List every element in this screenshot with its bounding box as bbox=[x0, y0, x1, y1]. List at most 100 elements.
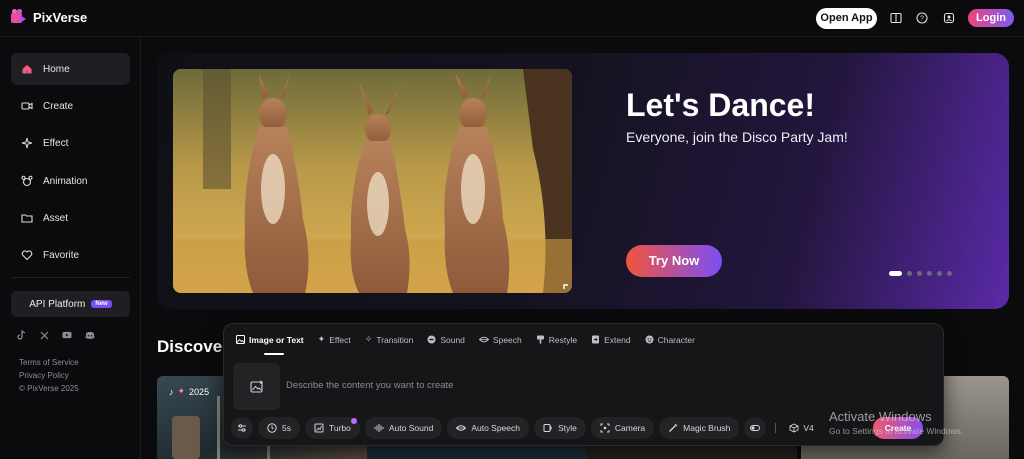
carousel-dot[interactable] bbox=[889, 271, 902, 276]
option-label: Magic Brush bbox=[683, 423, 731, 433]
book-icon[interactable] bbox=[888, 10, 904, 26]
video-icon bbox=[21, 102, 33, 110]
option-label: Turbo bbox=[328, 423, 351, 433]
sidebar-item-favorite[interactable]: Favorite bbox=[11, 239, 130, 271]
tab-label: Extend bbox=[604, 334, 631, 345]
active-tab-indicator bbox=[264, 353, 284, 355]
hero-banner[interactable]: Let's Dance! Everyone, join the Disco Pa… bbox=[157, 53, 1009, 309]
discover-title: Discover bbox=[157, 337, 229, 356]
carousel-dot[interactable] bbox=[917, 271, 922, 276]
login-button[interactable]: Login bbox=[968, 9, 1014, 27]
api-platform-button[interactable]: API Platform New bbox=[11, 291, 130, 317]
tab-label: Sound bbox=[440, 334, 465, 345]
sidebar-item-create[interactable]: Create bbox=[11, 90, 130, 122]
carousel-dot[interactable] bbox=[947, 271, 952, 276]
duration-button[interactable]: 5s bbox=[258, 417, 300, 439]
home-icon bbox=[22, 65, 32, 74]
auto-sound-button[interactable]: Auto Sound bbox=[364, 417, 443, 439]
activate-windows-title: Activate Windows bbox=[829, 409, 932, 424]
carousel-dot[interactable] bbox=[907, 271, 912, 276]
animation-icon bbox=[21, 175, 33, 187]
prompt-input[interactable] bbox=[286, 380, 786, 391]
lips-icon bbox=[456, 425, 467, 431]
tab-effect[interactable]: ✦ Effect bbox=[318, 334, 351, 345]
model-selector[interactable]: V4 bbox=[789, 423, 814, 433]
lips-icon bbox=[478, 336, 489, 343]
image-upload-button[interactable] bbox=[233, 363, 280, 410]
pixverse-logo[interactable]: PixVerse bbox=[11, 9, 87, 25]
tab-label: Restyle bbox=[548, 334, 578, 345]
copyright-text: © PixVerse 2025 bbox=[19, 384, 79, 393]
sidebar-item-animation[interactable]: Animation bbox=[11, 165, 130, 197]
tab-extend[interactable]: Extend bbox=[591, 334, 631, 345]
add-image-icon bbox=[249, 380, 263, 393]
sparkle-icon bbox=[21, 137, 33, 149]
discord-icon[interactable] bbox=[85, 330, 95, 340]
sidebar-item-asset[interactable]: Asset bbox=[11, 202, 130, 234]
carousel-dot[interactable] bbox=[937, 271, 942, 276]
try-now-button[interactable]: Try Now bbox=[626, 245, 722, 277]
model-label: V4 bbox=[803, 423, 814, 433]
sidebar-item-home[interactable]: Home bbox=[11, 53, 130, 85]
magic-brush-button[interactable]: Magic Brush bbox=[659, 417, 740, 439]
turbo-button[interactable]: Turbo bbox=[304, 417, 360, 439]
sound-wave-icon: ♪ bbox=[169, 386, 174, 397]
camera-button[interactable]: Camera bbox=[590, 417, 655, 439]
transition-icon: ✧ bbox=[364, 334, 373, 344]
new-badge: New bbox=[91, 300, 112, 308]
api-platform-label: API Platform bbox=[29, 298, 86, 310]
brush-icon bbox=[536, 335, 544, 344]
settings-button[interactable] bbox=[231, 417, 253, 439]
generation-options: 5s Turbo Auto Sound Auto Speech Style Ca… bbox=[231, 417, 814, 439]
heart-icon bbox=[21, 250, 33, 261]
hero-subtitle: Everyone, join the Disco Party Jam! bbox=[626, 129, 848, 145]
sidebar-item-label: Home bbox=[43, 63, 70, 75]
privacy-link[interactable]: Privacy Policy bbox=[19, 371, 69, 380]
top-bar: PixVerse Open App ? Login bbox=[0, 0, 1024, 37]
open-app-button[interactable]: Open App bbox=[816, 8, 877, 29]
carousel-dot[interactable] bbox=[927, 271, 932, 276]
option-label: Auto Sound bbox=[388, 423, 434, 433]
sound-icon bbox=[427, 335, 436, 344]
option-label: Style bbox=[558, 423, 577, 433]
sidebar-item-label: Asset bbox=[43, 212, 69, 224]
option-label: Auto Speech bbox=[471, 423, 520, 433]
auto-speech-button[interactable]: Auto Speech bbox=[447, 417, 529, 439]
sparkle-icon: ✦ bbox=[317, 334, 326, 344]
card-badge-text: 2025 bbox=[189, 386, 210, 397]
sidebar-item-label: Favorite bbox=[43, 249, 80, 261]
hero-image bbox=[173, 69, 572, 293]
tab-transition[interactable]: ✧ Transition bbox=[365, 334, 414, 345]
sidebar: Home Create Effect Animation Asset Favor… bbox=[0, 38, 141, 459]
sound-wave-icon bbox=[374, 424, 384, 432]
tab-label: Effect bbox=[329, 334, 351, 345]
x-icon[interactable] bbox=[39, 330, 49, 340]
clock-icon bbox=[267, 423, 277, 433]
folder-icon bbox=[21, 214, 33, 223]
sidebar-item-label: Animation bbox=[43, 175, 88, 187]
activate-windows-subtitle: Go to Settings to activate Windows. bbox=[829, 426, 964, 436]
camera-focus-icon bbox=[600, 423, 610, 433]
premium-dot-icon bbox=[350, 418, 357, 424]
tab-sound[interactable]: Sound bbox=[427, 334, 465, 345]
tab-speech[interactable]: Speech bbox=[478, 334, 522, 345]
tab-label: Speech bbox=[492, 334, 522, 345]
tiktok-icon[interactable] bbox=[16, 330, 26, 340]
toggle-button[interactable] bbox=[744, 417, 767, 439]
terms-link[interactable]: Terms of Service bbox=[19, 358, 79, 367]
fullscreen-icon[interactable] bbox=[563, 284, 572, 293]
tab-restyle[interactable]: Restyle bbox=[536, 334, 577, 345]
sliders-icon bbox=[238, 424, 246, 432]
tab-label: Image or Text bbox=[249, 334, 304, 345]
mode-tabs: Image or Text ✦ Effect ✧ Transition Soun… bbox=[236, 334, 709, 345]
tab-character[interactable]: Character bbox=[645, 334, 695, 345]
style-button[interactable]: Style bbox=[534, 417, 586, 439]
tab-label: Transition bbox=[376, 334, 414, 345]
hero-title: Let's Dance! bbox=[626, 87, 815, 123]
youtube-icon[interactable] bbox=[62, 330, 72, 340]
community-icon[interactable] bbox=[941, 10, 957, 26]
help-icon[interactable]: ? bbox=[914, 10, 930, 26]
sidebar-item-effect[interactable]: Effect bbox=[11, 127, 130, 159]
option-label: Camera bbox=[614, 423, 646, 433]
tab-image-or-text[interactable]: Image or Text bbox=[236, 334, 304, 345]
